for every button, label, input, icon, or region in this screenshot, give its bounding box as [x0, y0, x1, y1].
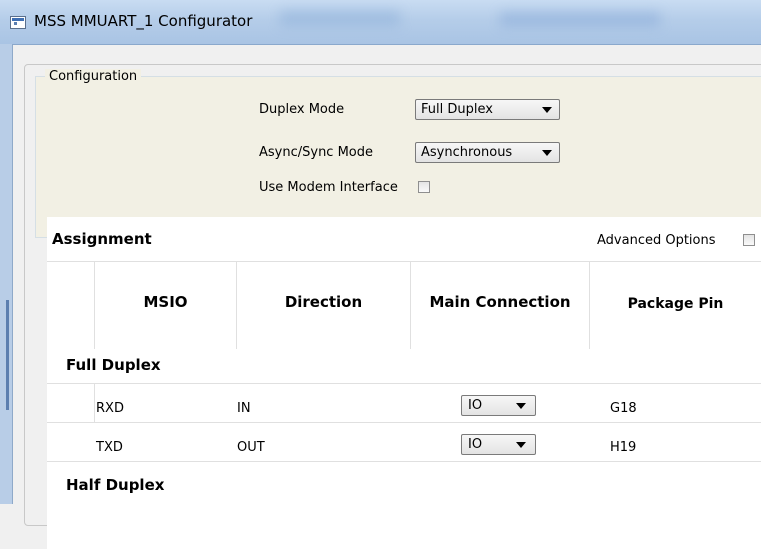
chevron-down-icon	[542, 107, 552, 113]
main-connection-value: IO	[468, 437, 483, 452]
modem-interface-label: Use Modem Interface	[259, 180, 398, 195]
main-connection-select[interactable]: IO	[461, 434, 536, 455]
title-bar[interactable]: MSS MMUART_1 Configurator	[0, 0, 761, 45]
app-window-icon[interactable]	[10, 16, 26, 29]
window-left-border	[0, 44, 13, 504]
duplex-mode-value: Full Duplex	[421, 102, 493, 117]
advanced-options-checkbox[interactable]	[743, 234, 755, 246]
chevron-down-icon	[516, 403, 526, 409]
duplex-mode-label: Duplex Mode	[259, 102, 345, 117]
table-row[interactable]	[47, 384, 761, 423]
section-label-half-duplex: Half Duplex	[66, 476, 165, 494]
modem-interface-checkbox[interactable]	[418, 181, 430, 193]
chevron-down-icon	[542, 150, 552, 156]
column-header-package-pin: Package Pin	[627, 296, 724, 312]
main-connection-value: IO	[468, 398, 483, 413]
column-header-msio: MSIO	[143, 293, 188, 311]
cell-direction: IN	[237, 401, 251, 416]
frame-accent	[6, 300, 9, 410]
sync-mode-label: Async/Sync Mode	[259, 145, 374, 160]
main-connection-select[interactable]: IO	[461, 395, 536, 416]
column-header-direction: Direction	[284, 293, 363, 311]
cell-msio: RXD	[96, 401, 124, 416]
configuration-legend: Configuration	[45, 69, 142, 84]
cell-direction: OUT	[237, 440, 265, 455]
assignment-title: Assignment	[52, 230, 152, 248]
duplex-mode-select[interactable]: Full Duplex	[415, 99, 560, 120]
cell-msio: TXD	[96, 440, 123, 455]
section-label-full-duplex: Full Duplex	[66, 356, 161, 374]
sync-mode-select[interactable]: Asynchronous	[415, 142, 560, 163]
chevron-down-icon	[516, 442, 526, 448]
column-header-main-connection: Main Connection	[429, 293, 571, 311]
cell-package-pin: G18	[610, 401, 637, 416]
advanced-options-label: Advanced Options	[597, 233, 716, 248]
sync-mode-value: Asynchronous	[421, 145, 513, 160]
configuration-group	[35, 76, 761, 238]
window-title: MSS MMUART_1 Configurator	[34, 12, 253, 30]
cell-package-pin: H19	[610, 440, 637, 455]
table-row[interactable]	[47, 423, 761, 462]
